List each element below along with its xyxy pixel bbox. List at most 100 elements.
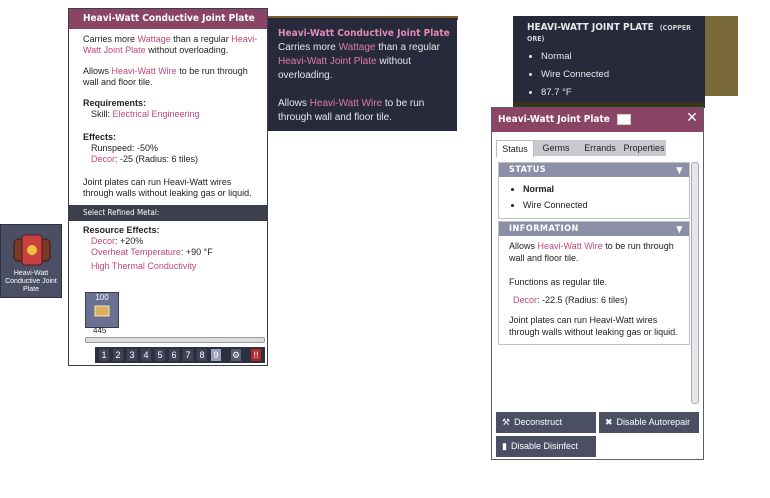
text: : -22.5 (Radius: 6 tiles): [537, 295, 628, 305]
res-decor: Decor: +20%: [83, 236, 259, 247]
text: Carries more: [83, 34, 138, 44]
hotkey-bar: 1 2 3 4 5 6 7 8 9 ⚙ !!: [95, 347, 265, 363]
material-swatch[interactable]: 100: [85, 292, 119, 328]
vertical-scrollbar[interactable]: [691, 162, 699, 404]
requirements-heading: Requirements:: [83, 98, 147, 108]
description: Carries more Wattage than a regular Heav…: [83, 34, 259, 56]
text: : +20%: [115, 236, 144, 246]
info-decor: Decor: -22.5 (Radius: 6 tiles): [509, 294, 681, 306]
text: : -25 (Radius: 6 tiles): [115, 154, 199, 164]
tooltip-line-1: Carries more Wattage than a regular Heav…: [278, 41, 447, 83]
build-menu-tile[interactable]: Heavi-Watt Conductive Joint Plate: [0, 224, 62, 298]
deconstruct-icon: ⚒: [502, 417, 511, 427]
list-item: Wire Connected: [541, 66, 705, 84]
details-tabs: Status Germs Errands Properties: [496, 140, 666, 157]
hover-title: HEAVI-WATT JOINT PLATE (COPPER ORE): [513, 16, 705, 44]
conductivity-link[interactable]: High Thermal Conductivity: [83, 261, 259, 272]
overheat-link[interactable]: Overheat Temperature: [91, 247, 181, 257]
material-count: 445: [93, 326, 107, 335]
text: STATUS: [509, 165, 547, 175]
close-button[interactable]: ✕: [685, 110, 699, 124]
material-qty: 100: [95, 293, 109, 302]
hotkey-3[interactable]: 3: [127, 349, 137, 361]
info-allows: Allows Heavi-Watt Wire to be run through…: [509, 240, 681, 264]
panel-title: Heavi-Watt Conductive Joint Plate: [69, 9, 267, 29]
tab-properties[interactable]: Properties: [622, 140, 666, 156]
status-header[interactable]: STATUS ▼: [499, 163, 689, 177]
status-normal: Normal: [523, 181, 689, 197]
text: Allows: [278, 98, 310, 109]
skill-link[interactable]: Electrical Engineering: [113, 109, 200, 119]
hotkey-1[interactable]: 1: [99, 349, 109, 361]
hotkey-4[interactable]: 4: [141, 349, 151, 361]
text: than a regular: [375, 42, 440, 53]
runspeed-effect: Runspeed: -50%: [91, 143, 159, 153]
list-item: 87.7 °F: [541, 84, 705, 102]
decor-link[interactable]: Decor: [513, 295, 537, 305]
joint-plate-icon: [13, 234, 51, 266]
disable-autorepair-button[interactable]: ✖ Disable Autorepair: [599, 412, 699, 433]
list-item: Normal: [541, 48, 705, 66]
text: Skill:: [91, 109, 113, 119]
tab-errands[interactable]: Errands: [578, 140, 622, 156]
gear-icon[interactable]: ⚙: [231, 349, 241, 361]
wire-link: Heavi-Watt Wire: [309, 98, 383, 109]
hover-card: HEAVI-WATT JOINT PLATE(COPPER ORE) Norma…: [513, 16, 705, 102]
information-header[interactable]: INFORMATION ▼: [499, 222, 689, 236]
details-title: Heavi-Watt Joint Plate: [492, 108, 703, 132]
wire-link[interactable]: Heavi-Watt Wire: [538, 241, 603, 251]
alert-button[interactable]: !!: [251, 349, 261, 361]
wattage-link[interactable]: Wattage: [138, 34, 171, 44]
build-info-panel: Heavi-Watt Conductive Joint Plate Carrie…: [68, 8, 268, 366]
details-panel: Heavi-Watt Joint Plate ✕ Status Germs Er…: [491, 107, 704, 460]
text: Disable Disinfect: [510, 441, 578, 451]
text: Disable Autorepair: [616, 417, 691, 427]
status-wire-connected: Wire Connected: [523, 197, 689, 213]
status-list: Normal Wire Connected: [499, 181, 689, 213]
wire-link[interactable]: Heavi-Watt Wire: [112, 66, 177, 76]
horizontal-scrollbar[interactable]: [85, 337, 265, 343]
text: Heavi-Watt Joint Plate: [498, 114, 610, 125]
tooltip-title: Heavi-Watt Conductive Joint Plate: [278, 28, 450, 39]
hotkey-6[interactable]: 6: [169, 349, 179, 361]
info-functions: Functions as regular tile.: [509, 277, 608, 287]
collapse-icon[interactable]: ▼: [676, 223, 683, 237]
skill-requirement: Skill: Electrical Engineering: [83, 109, 259, 120]
game-background: [704, 16, 738, 96]
joint-plate-link: Heavi-Watt Joint Plate: [278, 56, 377, 67]
tab-germs[interactable]: Germs: [534, 140, 578, 156]
info-note: Joint plates can run Heavi-Watt wires th…: [509, 315, 678, 337]
decor-link[interactable]: Decor: [91, 236, 115, 246]
information-section: INFORMATION ▼ Allows Heavi-Watt Wire to b…: [498, 221, 690, 345]
hotkey-9[interactable]: 9: [211, 349, 221, 361]
disable-disinfect-button[interactable]: ▮ Disable Disinfect: [496, 436, 596, 457]
res-temp: Overheat Temperature: +90 °F: [83, 247, 259, 258]
disinfect-icon: ▮: [502, 441, 507, 451]
text: Allows: [509, 241, 538, 251]
text: INFORMATION: [509, 224, 579, 234]
deconstruct-button[interactable]: ⚒ Deconstruct: [496, 412, 596, 433]
text: without overloading.: [145, 45, 229, 55]
codex-icon[interactable]: [617, 113, 632, 125]
decor-link[interactable]: Decor: [91, 154, 115, 164]
select-material-header: Select Refined Metal:: [69, 205, 267, 221]
collapse-icon[interactable]: ▼: [676, 164, 683, 178]
hotkey-7[interactable]: 7: [183, 349, 193, 361]
tab-status[interactable]: Status: [496, 140, 534, 157]
text: Deconstruct: [514, 417, 563, 427]
wattage-link: Wattage: [338, 42, 376, 53]
hotkey-5[interactable]: 5: [155, 349, 165, 361]
text: Allows: [83, 66, 112, 76]
hotkey-2[interactable]: 2: [113, 349, 123, 361]
tooltip: Heavi-Watt Conductive Joint Plate Carrie…: [268, 18, 457, 131]
resource-effects-heading: Resource Effects:: [83, 225, 160, 235]
wrench-icon: ✖: [605, 417, 613, 427]
hover-status-list: Normal Wire Connected 87.7 °F: [513, 48, 705, 102]
decor-effect: Decor: -25 (Radius: 6 tiles): [83, 154, 259, 165]
joint-note: Joint plates can run Heavi-Watt wires th…: [83, 177, 252, 198]
allows-text: Allows Heavi-Watt Wire to be run through…: [83, 66, 259, 88]
status-section: STATUS ▼ Normal Wire Connected: [498, 162, 690, 219]
text: HEAVI-WATT JOINT PLATE: [527, 22, 654, 33]
hotkey-8[interactable]: 8: [197, 349, 207, 361]
effects-heading: Effects:: [83, 132, 117, 142]
